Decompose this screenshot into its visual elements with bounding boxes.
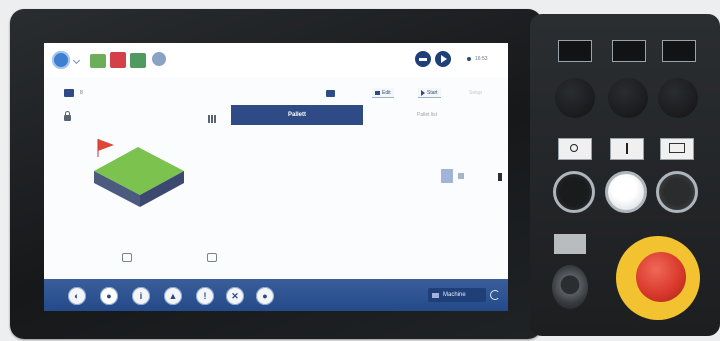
globe-icon[interactable] [152,52,166,66]
settings-icon[interactable] [52,51,70,69]
home-bottom-icon[interactable]: ● [100,287,118,305]
folder-icon[interactable] [90,54,106,68]
home-icon[interactable] [64,89,74,97]
top-toolbar: 16:53 [44,43,508,77]
knob-2[interactable] [608,78,648,118]
status-text: 16:53 [475,56,488,62]
stop-icon[interactable] [415,51,431,67]
info-icon[interactable]: i [132,287,150,305]
function-key-3[interactable] [662,40,696,62]
mode-symbol-icon [669,143,685,153]
camera-icon-2[interactable] [207,253,217,262]
mode-switch-label[interactable] [660,138,694,160]
view-toggle-button[interactable] [441,169,453,183]
lock-icon[interactable] [64,111,71,121]
alert-icon[interactable]: ! [196,287,214,305]
edit-icon [375,90,380,95]
machine-button-label: Machine [443,292,466,298]
image-icon[interactable]: ▲ [164,287,182,305]
network-icon[interactable]: ✕ [226,287,244,305]
knob-1[interactable] [555,78,595,118]
pallet-list-label: Pallet list [417,112,438,118]
tab-pallet-label: Pallett [287,112,306,118]
hmi-screen: 16:53 8 Edit Start Setup Pallett Pallet … [44,43,508,311]
indicator-lamp [554,234,586,254]
machine-icon [432,292,439,298]
start-button[interactable]: Start [418,88,441,98]
bottom-bar: ◐ ● i ▲ ! ✕ ● Machine [44,279,508,311]
key-switch[interactable] [552,265,588,309]
collapse-handle[interactable] [498,173,502,181]
machine-button[interactable]: Machine [428,288,486,302]
black-push-button[interactable] [553,171,595,213]
save-icon[interactable] [110,52,126,68]
refresh-icon[interactable] [490,290,500,300]
grid-icon[interactable] [208,115,216,123]
start-arrow-icon [421,89,425,96]
selector-switch[interactable] [656,171,698,213]
function-key-2[interactable] [612,40,646,62]
on-switch-label[interactable] [610,138,644,160]
edit-button-label: Edit [382,89,391,96]
control-console [530,14,720,336]
status-dot [467,57,471,61]
flag [98,139,114,151]
setup-label: Setup [469,90,483,96]
off-switch-label[interactable] [558,138,592,160]
tab-pallet[interactable]: Pallett [231,105,363,125]
folder-small-icon[interactable] [326,90,335,97]
view-option-icon[interactable] [458,173,464,179]
pallet-illustration[interactable] [92,137,192,211]
knob-3[interactable] [658,78,698,118]
cursor-icon[interactable]: ◐ [68,287,86,305]
function-key-1[interactable] [558,40,592,62]
start-button-label: Start [427,89,438,96]
edit-button[interactable]: Edit [372,88,394,98]
on-symbol-icon [626,143,628,154]
off-symbol-icon [570,144,578,152]
page-indicator: 8 [80,90,83,96]
chevron-down-icon[interactable] [72,56,81,65]
camera-icon[interactable] [122,253,132,262]
play-icon[interactable] [435,51,451,67]
printer-icon[interactable] [130,53,146,68]
emergency-stop-button[interactable] [636,252,686,302]
white-push-button[interactable] [605,171,647,213]
user-icon[interactable]: ● [256,287,274,305]
